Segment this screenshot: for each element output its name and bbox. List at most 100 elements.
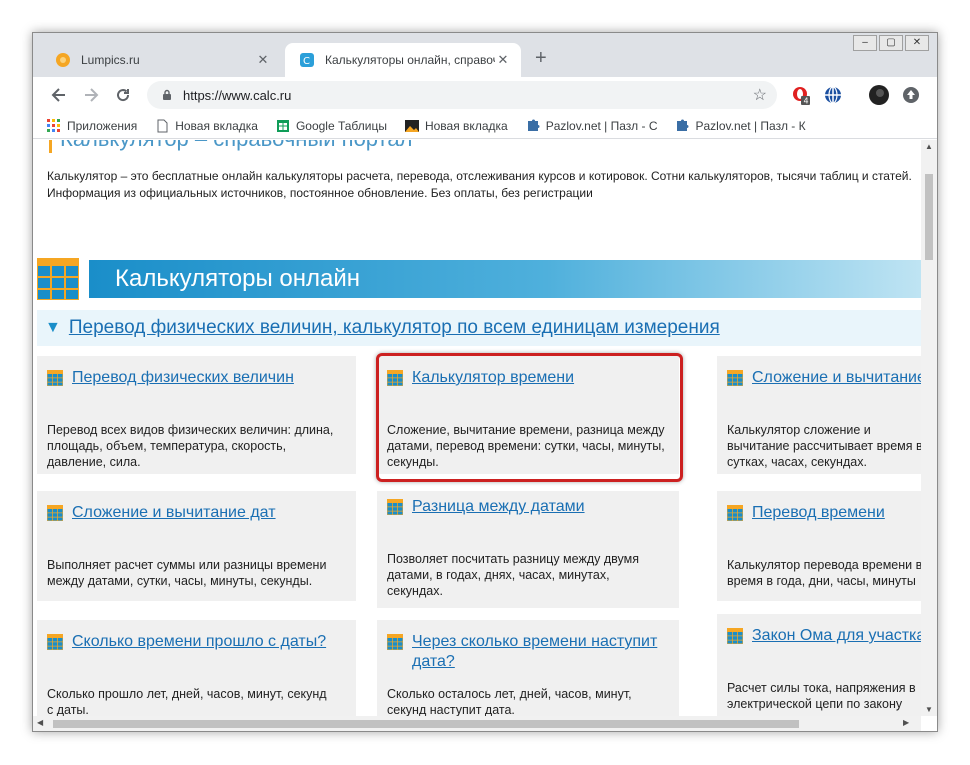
card-link[interactable]: Сколько времени прошло с даты? xyxy=(72,632,326,652)
card-description: Расчет силы тока, напряжения в электриче… xyxy=(727,681,916,716)
bookmark-label: Pazlov.net | Пазл - С xyxy=(545,118,658,133)
back-button[interactable] xyxy=(47,83,71,107)
arrow-left-icon xyxy=(51,88,65,102)
card-link[interactable]: Перевод физических величин xyxy=(72,368,294,388)
card: Сколько времени прошло с даты? Сколько п… xyxy=(37,620,356,716)
browser-toolbar: https://www.calc.ru ☆ 4 xyxy=(33,77,937,113)
page-title: Калькулятор – справочный портал xyxy=(49,140,412,154)
intro-text: Калькулятор – это бесплатные онлайн каль… xyxy=(47,169,912,200)
bookmarks-bar: Приложения Новая вкладка Google Таблицы … xyxy=(33,113,937,139)
card-link[interactable]: Сложение и вычитание xyxy=(752,368,921,388)
calculator-grid-icon xyxy=(727,370,743,386)
lock-icon xyxy=(163,89,171,100)
new-tab-button[interactable]: + xyxy=(535,47,547,70)
svg-text:C: C xyxy=(303,56,310,67)
page-icon xyxy=(157,119,168,132)
vpn-extension-icon[interactable] xyxy=(823,85,843,105)
category-bar: ▼ Перевод физических величин, калькулято… xyxy=(37,310,921,346)
card-link[interactable]: Калькулятор времени xyxy=(412,368,574,388)
puzzle-icon xyxy=(527,119,540,131)
card-description: Сложение, вычитание времени, разница меж… xyxy=(387,423,665,469)
address-bar[interactable]: https://www.calc.ru ☆ xyxy=(147,81,777,109)
close-tab-icon[interactable]: ✕ xyxy=(495,52,511,68)
window-controls: – ▢ ✕ xyxy=(853,35,929,51)
bookmark-apps[interactable]: Приложения xyxy=(47,118,138,133)
bookmark-label: Pazlov.net | Пазл - К xyxy=(695,118,806,133)
bookmark-google-sheets[interactable]: Google Таблицы xyxy=(276,119,387,133)
bookmark-pazlov-1[interactable]: Pazlov.net | Пазл - С xyxy=(526,118,658,133)
calculator-grid-icon xyxy=(727,628,743,644)
card: Сложение и вычитание дат Выполняет расче… xyxy=(37,491,356,601)
card: Сложение и вычитание Калькулятор сложени… xyxy=(717,356,921,474)
accent-bar xyxy=(49,140,52,154)
card: Перевод физических величин Перевод всех … xyxy=(37,356,356,474)
triangle-down-icon: ▼ xyxy=(45,319,61,336)
forward-button[interactable] xyxy=(79,83,103,107)
card: Закон Ома для участка Расчет силы тока, … xyxy=(717,614,921,716)
page-viewport: Калькулятор – справочный портал Калькуля… xyxy=(33,140,921,716)
reload-button[interactable] xyxy=(111,83,135,107)
category-link[interactable]: Перевод физических величин, калькулятор … xyxy=(69,317,720,339)
avatar[interactable] xyxy=(869,85,889,105)
bookmark-new-tab-2[interactable]: Новая вкладка xyxy=(404,118,508,133)
restore-button[interactable]: ▢ xyxy=(879,35,903,51)
calculator-grid-icon xyxy=(387,370,403,386)
bookmark-label: Новая вкладка xyxy=(175,118,258,133)
horizontal-scrollbar[interactable]: ◀ ▶ xyxy=(33,716,921,731)
calculator-grid-icon xyxy=(47,370,63,386)
scroll-down-icon[interactable]: ▼ xyxy=(921,705,937,714)
bookmark-new-tab[interactable]: Новая вкладка xyxy=(155,119,258,133)
close-window-button[interactable]: ✕ xyxy=(905,35,929,51)
card-description: Калькулятор сложение и вычитание рассчит… xyxy=(727,423,921,469)
calculator-grid-icon xyxy=(387,634,403,650)
bookmark-label: Приложения xyxy=(67,118,138,133)
bookmark-label: Новая вкладка xyxy=(424,118,508,133)
page-title-text: Калькулятор – справочный портал xyxy=(60,140,412,151)
calculator-grid-icon xyxy=(727,505,743,521)
card-link[interactable]: Перевод времени xyxy=(752,503,885,523)
vertical-scrollbar[interactable]: ▲ ▼ xyxy=(921,140,937,716)
update-menu-icon[interactable] xyxy=(901,85,921,105)
bookmark-star-icon[interactable]: ☆ xyxy=(753,85,767,105)
section-title: Калькуляторы онлайн xyxy=(89,260,921,298)
card-link[interactable]: Закон Ома для участка xyxy=(752,626,921,646)
card-description: Сколько прошло лет, дней, часов, минут, … xyxy=(47,687,327,716)
card: Калькулятор времени Сложение, вычитание … xyxy=(377,356,679,474)
calculator-grid-icon xyxy=(47,634,63,650)
tab-strip: Lumpics.ru ✕ C Калькуляторы онлайн, спра… xyxy=(33,33,937,77)
scroll-right-icon[interactable]: ▶ xyxy=(903,718,909,727)
calc-favicon-icon: C xyxy=(300,53,314,67)
card: Перевод времени Калькулятор перевода вре… xyxy=(717,491,921,601)
scroll-up-icon[interactable]: ▲ xyxy=(921,142,937,151)
bookmark-label: Google Таблицы xyxy=(295,118,387,133)
card: Через сколько времени наступит дата? Ско… xyxy=(377,620,679,716)
apps-grid-icon xyxy=(47,118,60,132)
minimize-button[interactable]: – xyxy=(853,35,877,51)
tab-title: Калькуляторы онлайн, справоч xyxy=(325,53,495,67)
puzzle-icon xyxy=(677,119,689,131)
image-icon xyxy=(404,119,419,132)
card-link[interactable]: Разница между датами xyxy=(412,497,585,517)
tab-title: Lumpics.ru xyxy=(81,53,140,67)
opera-extension-icon[interactable]: 4 xyxy=(791,85,811,106)
scrollbar-thumb[interactable] xyxy=(53,720,799,728)
card-link[interactable]: Через сколько времени наступит дата? xyxy=(412,632,682,672)
card-description: Калькулятор перевода времени в время в г… xyxy=(727,558,921,588)
arrow-right-icon xyxy=(85,88,99,102)
tab-calc[interactable]: C Калькуляторы онлайн, справоч ✕ xyxy=(285,43,521,77)
tab-lumpics[interactable]: Lumpics.ru ✕ xyxy=(41,43,281,77)
reload-icon xyxy=(117,89,130,102)
scroll-left-icon[interactable]: ◀ xyxy=(37,718,43,727)
card-description: Выполняет расчет суммы или разницы време… xyxy=(47,558,327,588)
extension-badge: 4 xyxy=(804,97,809,106)
card: Разница между датами Позволяет посчитать… xyxy=(377,491,679,608)
section-banner: Калькуляторы онлайн xyxy=(37,258,921,300)
scrollbar-thumb[interactable] xyxy=(925,174,933,260)
card-link[interactable]: Сложение и вычитание дат xyxy=(72,503,276,523)
sheets-icon xyxy=(276,119,289,132)
close-tab-icon[interactable]: ✕ xyxy=(255,52,271,68)
card-description: Сколько осталось лет, дней, часов, минут… xyxy=(387,687,632,716)
bookmark-pazlov-2[interactable]: Pazlov.net | Пазл - К xyxy=(675,118,806,133)
calculator-grid-icon xyxy=(47,505,63,521)
orange-favicon-icon xyxy=(56,53,70,67)
